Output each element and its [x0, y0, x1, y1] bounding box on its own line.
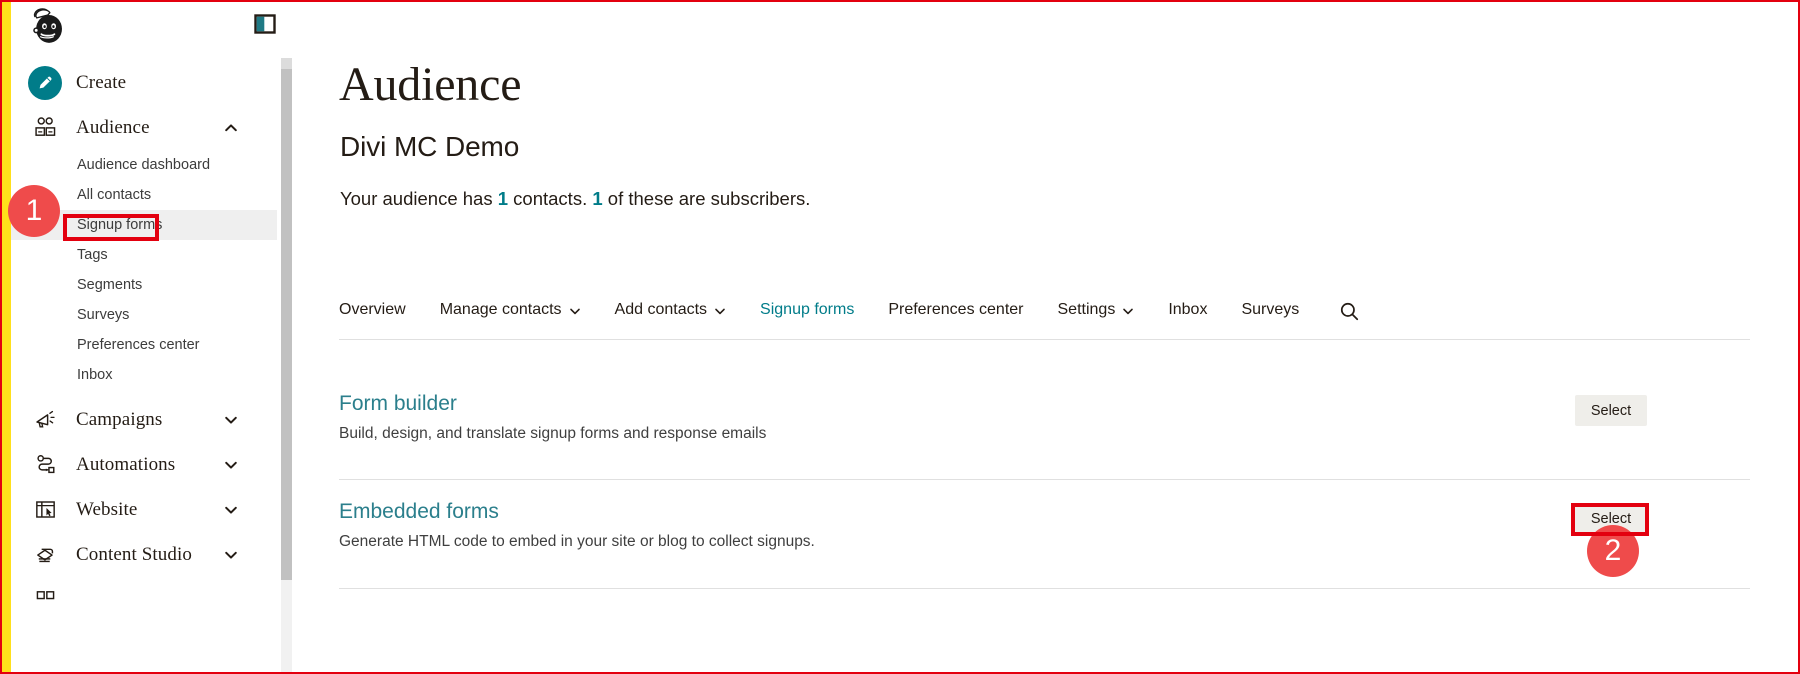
chevron-down-icon: [223, 412, 239, 428]
tab-inbox[interactable]: Inbox: [1168, 301, 1207, 323]
integrations-icon: [28, 583, 62, 617]
mailchimp-freddie-logo[interactable]: [27, 4, 73, 50]
tab-overview[interactable]: Overview: [339, 301, 406, 323]
tab-surveys[interactable]: Surveys: [1241, 301, 1299, 323]
primary-sidebar: Create Audience Audience dashboard All c…: [11, 0, 292, 674]
tab-preferences-center[interactable]: Preferences center: [888, 301, 1023, 323]
tab-label: Inbox: [1168, 301, 1208, 318]
sidebar-scrollbar-thumb[interactable]: [281, 58, 292, 580]
sidebar-item-audience-dashboard[interactable]: Audience dashboard: [11, 150, 277, 180]
tab-label: Preferences center: [888, 301, 1024, 318]
chevron-down-icon: [223, 502, 239, 518]
sidebar-item-surveys[interactable]: Surveys: [11, 300, 277, 330]
tab-signup-forms[interactable]: Signup forms: [760, 301, 854, 323]
mailchimp-audience-page: Create Audience Audience dashboard All c…: [0, 0, 1800, 674]
contacts-count: 1: [497, 188, 509, 209]
sidebar-item-label: Create: [76, 71, 127, 93]
chevron-down-icon: [223, 547, 239, 563]
stats-prefix: Your audience has: [340, 188, 498, 209]
sidebar-item-label: Automations: [76, 453, 176, 475]
tab-label: Overview: [339, 301, 406, 318]
embedded-forms-link[interactable]: Embedded forms: [339, 500, 499, 524]
tab-label: Surveys: [1241, 301, 1300, 318]
form-builder-description: Build, design, and translate signup form…: [339, 425, 767, 442]
form-builder-select-button[interactable]: Select: [1575, 395, 1647, 426]
form-builder-link[interactable]: Form builder: [339, 392, 457, 416]
sidebar-item-label: Audience: [76, 116, 150, 138]
sidebar-item-content-studio[interactable]: Content Studio: [11, 532, 277, 577]
website-window-icon: [28, 493, 62, 527]
audience-stats: Your audience has 1 contacts. 1 of these…: [340, 188, 810, 210]
sidebar-item-label: Campaigns: [76, 408, 163, 430]
search-icon[interactable]: [1339, 301, 1360, 322]
tab-label: Manage contacts: [439, 301, 562, 318]
sidebar-item-audience[interactable]: Audience: [11, 105, 277, 150]
option-divider-1: [339, 479, 1750, 480]
sidebar-item-automations[interactable]: Automations: [11, 442, 277, 487]
sidebar-item-preferences-center[interactable]: Preferences center: [11, 330, 277, 360]
pencil-icon: [28, 65, 62, 100]
sidebar-header: [11, 0, 277, 52]
annotation-badge-1: 1: [8, 185, 60, 237]
sidebar-nav: Create Audience Audience dashboard All c…: [11, 52, 277, 674]
megaphone-icon: [28, 403, 62, 437]
audience-people-icon: [28, 111, 62, 145]
audience-name: Divi MC Demo: [340, 131, 520, 162]
left-accent-strip: [0, 0, 11, 674]
annotation-number: 2: [1604, 534, 1622, 567]
tab-label: Signup forms: [760, 301, 855, 318]
chevron-down-icon: [569, 304, 581, 316]
sidebar-item-label: Website: [76, 498, 138, 520]
sidebar-item-create[interactable]: Create: [11, 60, 277, 105]
subscribers-count: 1: [592, 188, 603, 209]
sidebar-item-next-partial[interactable]: [11, 577, 277, 622]
embedded-forms-description: Generate HTML code to embed in your site…: [339, 533, 815, 550]
tab-settings[interactable]: Settings: [1058, 301, 1135, 323]
panel-collapse-icon[interactable]: [254, 13, 276, 35]
option-row-form-builder: Form builder Build, design, and translat…: [339, 392, 1750, 443]
chevron-down-icon: [714, 304, 726, 316]
sidebar-item-inbox[interactable]: Inbox: [11, 360, 277, 390]
tab-add-contacts[interactable]: Add contacts: [615, 301, 727, 323]
audience-tab-bar: Overview Manage contacts Add contacts Si…: [339, 301, 1749, 343]
chevron-up-icon: [223, 120, 239, 136]
sidebar-item-label: Content Studio: [76, 543, 192, 565]
sidebar-item-campaigns[interactable]: Campaigns: [11, 397, 277, 442]
sidebar-item-segments[interactable]: Segments: [11, 270, 277, 300]
main-content: Audience Divi MC Demo Your audience has …: [282, 0, 1800, 674]
automations-flow-icon: [28, 448, 62, 482]
tab-label: Settings: [1057, 301, 1116, 318]
option-divider-2: [339, 588, 1750, 589]
annotation-number: 1: [25, 194, 43, 227]
scroll-up-arrow-icon[interactable]: [281, 58, 292, 69]
tab-label: Add contacts: [614, 301, 708, 318]
sidebar-item-tags[interactable]: Tags: [11, 240, 277, 270]
chevron-down-icon: [223, 457, 239, 473]
page-title: Audience: [339, 58, 522, 111]
sidebar-item-website[interactable]: Website: [11, 487, 277, 532]
annotation-badge-2: 2: [1587, 525, 1639, 577]
option-row-embedded-forms: Embedded forms Generate HTML code to emb…: [339, 500, 1750, 551]
chevron-down-icon: [1122, 304, 1134, 316]
stats-suffix: of these are subscribers.: [602, 188, 811, 209]
tabs-divider: [339, 339, 1750, 340]
content-studio-icon: [28, 538, 62, 572]
tab-manage-contacts[interactable]: Manage contacts: [440, 301, 581, 323]
stats-middle: contacts.: [508, 188, 593, 209]
